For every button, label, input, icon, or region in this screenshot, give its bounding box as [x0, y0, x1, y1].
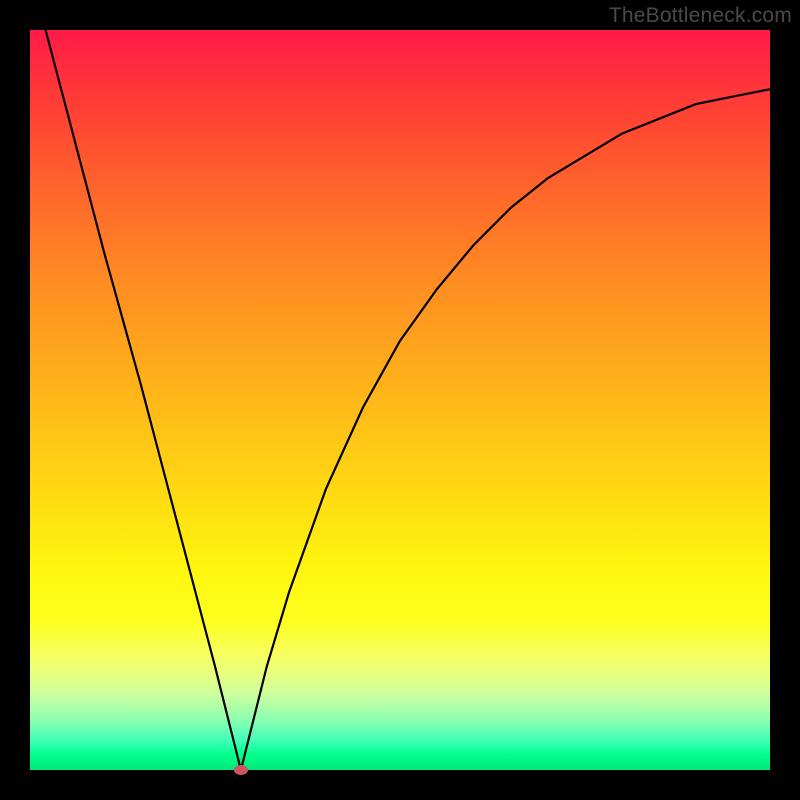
optimum-marker [234, 765, 248, 775]
chart-frame: TheBottleneck.com [0, 0, 800, 800]
bottleneck-curve [30, 30, 770, 770]
plot-area [30, 30, 770, 770]
watermark-text: TheBottleneck.com [609, 4, 792, 28]
